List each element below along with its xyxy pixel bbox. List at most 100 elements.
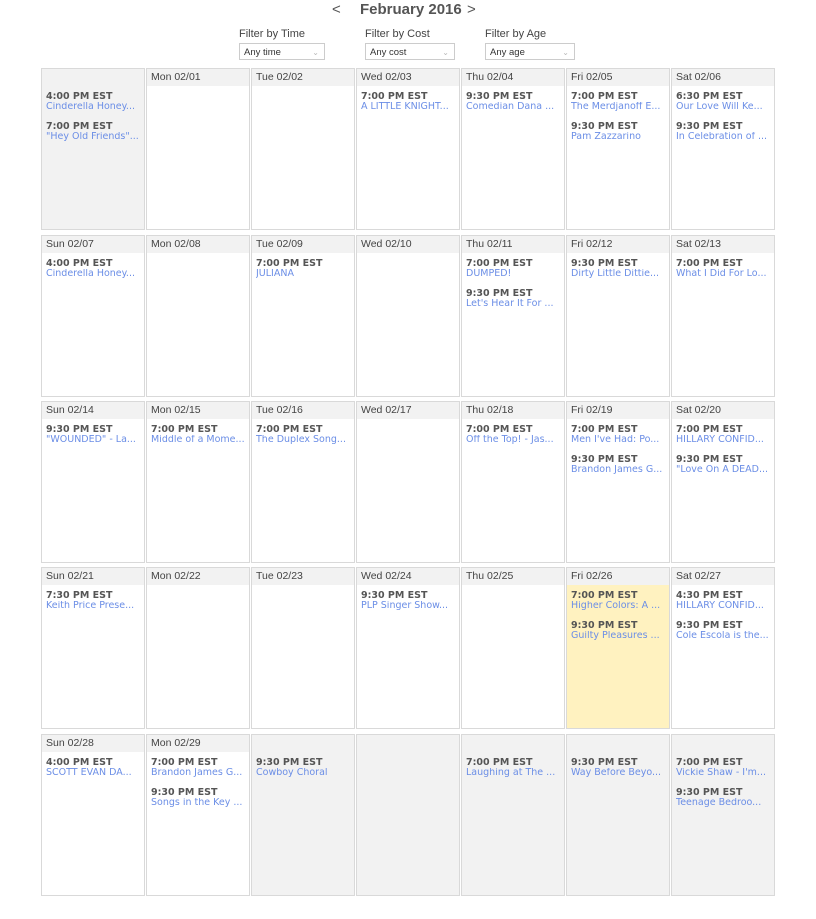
day-cell[interactable]: Wed 02/03 7:00 PM EST A LITTLE KNIGHT... — [356, 68, 460, 230]
day-cell[interactable]: Mon 02/01 — [146, 68, 250, 230]
event-link[interactable]: HILLARY CONFID... — [676, 601, 774, 611]
event-link[interactable]: "Hey Old Friends"... — [46, 132, 144, 142]
day-cell[interactable]: Thu 02/25 — [461, 567, 565, 729]
event-item[interactable]: 7:00 PM EST Higher Colors: A ... — [571, 590, 669, 611]
event-item[interactable]: 7:00 PM EST "Hey Old Friends"... — [46, 121, 144, 142]
event-link[interactable]: "Love On A DEAD... — [676, 465, 774, 475]
event-item[interactable]: 6:30 PM EST Our Love Will Ke... — [676, 91, 774, 112]
event-link[interactable]: Brandon James G... — [151, 768, 249, 778]
event-item[interactable]: 4:00 PM EST Cinderella Honey... — [46, 258, 144, 279]
day-cell[interactable]: 4:00 PM EST Cinderella Honey... 7:00 PM ES… — [41, 68, 145, 230]
day-cell[interactable]: Sun 02/14 9:30 PM EST "WOUNDED" - La... — [41, 401, 145, 563]
event-item[interactable]: 7:00 PM EST Laughing at The ... — [466, 757, 564, 778]
day-cell[interactable]: 9:30 PM EST Cowboy Choral — [251, 734, 355, 896]
day-cell[interactable]: Wed 02/10 — [356, 235, 460, 397]
event-link[interactable]: The Duplex Song... — [256, 435, 354, 445]
event-item[interactable]: 9:30 PM EST Comedian Dana ... — [466, 91, 564, 112]
event-item[interactable]: 7:00 PM EST Men I've Had: Po... — [571, 424, 669, 445]
day-cell[interactable]: Mon 02/22 — [146, 567, 250, 729]
day-cell[interactable]: 7:00 PM EST Laughing at The ... — [461, 734, 565, 896]
event-link[interactable]: Teenage Bedroo... — [676, 798, 774, 808]
day-cell[interactable]: Thu 02/18 7:00 PM EST Off the Top! - Jas..… — [461, 401, 565, 563]
event-item[interactable]: 9:30 PM EST "WOUNDED" - La... — [46, 424, 144, 445]
day-cell[interactable]: 9:30 PM EST Way Before Beyo... — [566, 734, 670, 896]
event-link[interactable]: Cinderella Honey... — [46, 269, 144, 279]
event-item[interactable]: 9:30 PM EST PLP Singer Show... — [361, 590, 459, 611]
event-link[interactable]: Off the Top! - Jas... — [466, 435, 564, 445]
event-item[interactable]: 9:30 PM EST Songs in the Key ... — [151, 787, 249, 808]
event-link[interactable]: Brandon James G... — [571, 465, 669, 475]
event-item[interactable]: 7:00 PM EST Brandon James G... — [151, 757, 249, 778]
day-cell[interactable]: Sat 02/13 7:00 PM EST What I Did For Lo... — [671, 235, 775, 397]
event-link[interactable]: HILLARY CONFID... — [676, 435, 774, 445]
day-cell[interactable]: Thu 02/11 7:00 PM EST DUMPED! 9:30 PM EST Le… — [461, 235, 565, 397]
event-item[interactable]: 7:00 PM EST The Duplex Song... — [256, 424, 354, 445]
day-cell[interactable]: Mon 02/29 7:00 PM EST Brandon James G... 9:… — [146, 734, 250, 896]
event-item[interactable]: 7:00 PM EST DUMPED! — [466, 258, 564, 279]
event-item[interactable]: 9:30 PM EST Way Before Beyo... — [571, 757, 669, 778]
event-item[interactable]: 7:30 PM EST Keith Price Prese... — [46, 590, 144, 611]
event-link[interactable]: What I Did For Lo... — [676, 269, 774, 279]
day-cell[interactable]: Tue 02/09 7:00 PM EST JULIANA — [251, 235, 355, 397]
event-item[interactable]: 9:30 PM EST Let's Hear It For ... — [466, 288, 564, 309]
filter-cost-select[interactable]: Any cost ⌄ — [365, 43, 455, 60]
day-cell[interactable]: Sun 02/21 7:30 PM EST Keith Price Prese... — [41, 567, 145, 729]
event-item[interactable]: 9:30 PM EST Teenage Bedroo... — [676, 787, 774, 808]
event-link[interactable]: Songs in the Key ... — [151, 798, 249, 808]
event-link[interactable]: Laughing at The ... — [466, 768, 564, 778]
event-link[interactable]: A LITTLE KNIGHT... — [361, 102, 459, 112]
event-item[interactable]: 7:00 PM EST Vickie Shaw - I'm... — [676, 757, 774, 778]
day-cell[interactable]: Fri 02/12 9:30 PM EST Dirty Little Dittie.… — [566, 235, 670, 397]
day-cell[interactable]: Wed 02/24 9:30 PM EST PLP Singer Show... — [356, 567, 460, 729]
event-item[interactable]: 7:00 PM EST The Merdjanoff E... — [571, 91, 669, 112]
day-cell[interactable]: Sat 02/27 4:30 PM EST HILLARY CONFID... 9:3… — [671, 567, 775, 729]
event-item[interactable]: 4:30 PM EST HILLARY CONFID... — [676, 590, 774, 611]
event-link[interactable]: Higher Colors: A ... — [571, 601, 669, 611]
event-item[interactable]: 7:00 PM EST A LITTLE KNIGHT... — [361, 91, 459, 112]
event-link[interactable]: Cinderella Honey... — [46, 102, 144, 112]
event-link[interactable]: Comedian Dana ... — [466, 102, 564, 112]
event-link[interactable]: "WOUNDED" - La... — [46, 435, 144, 445]
event-link[interactable]: DUMPED! — [466, 269, 564, 279]
day-cell[interactable]: Tue 02/23 — [251, 567, 355, 729]
event-link[interactable]: Let's Hear It For ... — [466, 299, 564, 309]
day-cell[interactable]: Sun 02/07 4:00 PM EST Cinderella Honey... — [41, 235, 145, 397]
event-item[interactable]: 9:30 PM EST Cowboy Choral — [256, 757, 354, 778]
event-link[interactable]: Dirty Little Dittie... — [571, 269, 669, 279]
day-cell[interactable]: Wed 02/17 — [356, 401, 460, 563]
event-link[interactable]: Middle of a Mome... — [151, 435, 249, 445]
event-item[interactable]: 9:30 PM EST Guilty Pleasures ... — [571, 620, 669, 641]
day-cell[interactable]: Mon 02/15 7:00 PM EST Middle of a Mome... — [146, 401, 250, 563]
event-link[interactable]: Guilty Pleasures ... — [571, 631, 669, 641]
event-link[interactable]: Pam Zazzarino — [571, 132, 669, 142]
day-cell[interactable]: Mon 02/08 — [146, 235, 250, 397]
event-link[interactable]: Cowboy Choral — [256, 768, 354, 778]
day-cell[interactable]: Fri 02/26 7:00 PM EST Higher Colors: A ...… — [566, 567, 670, 729]
event-item[interactable]: 7:00 PM EST What I Did For Lo... — [676, 258, 774, 279]
event-link[interactable]: Keith Price Prese... — [46, 601, 144, 611]
next-month-button[interactable]: > — [467, 1, 476, 18]
event-link[interactable]: In Celebration of ... — [676, 132, 774, 142]
event-link[interactable]: Vickie Shaw - I'm... — [676, 768, 774, 778]
event-link[interactable]: The Merdjanoff E... — [571, 102, 669, 112]
event-link[interactable]: SCOTT EVAN DA... — [46, 768, 144, 778]
event-link[interactable]: Our Love Will Ke... — [676, 102, 774, 112]
day-cell[interactable]: Sun 02/28 4:00 PM EST SCOTT EVAN DA... — [41, 734, 145, 896]
event-item[interactable]: 7:00 PM EST Middle of a Mome... — [151, 424, 249, 445]
event-item[interactable]: 9:30 PM EST Brandon James G... — [571, 454, 669, 475]
event-item[interactable]: 9:30 PM EST "Love On A DEAD... — [676, 454, 774, 475]
day-cell[interactable]: Fri 02/05 7:00 PM EST The Merdjanoff E... 9… — [566, 68, 670, 230]
filter-time-select[interactable]: Any time ⌄ — [239, 43, 325, 60]
day-cell[interactable]: Tue 02/16 7:00 PM EST The Duplex Song... — [251, 401, 355, 563]
day-cell[interactable]: Sat 02/20 7:00 PM EST HILLARY CONFID... 9:3… — [671, 401, 775, 563]
event-item[interactable]: 7:00 PM EST Off the Top! - Jas... — [466, 424, 564, 445]
event-item[interactable]: 7:00 PM EST JULIANA — [256, 258, 354, 279]
day-cell[interactable]: Thu 02/04 9:30 PM EST Comedian Dana ... — [461, 68, 565, 230]
event-item[interactable]: 9:30 PM EST Dirty Little Dittie... — [571, 258, 669, 279]
event-item[interactable]: 4:00 PM EST SCOTT EVAN DA... — [46, 757, 144, 778]
event-item[interactable]: 9:30 PM EST Cole Escola is the... — [676, 620, 774, 641]
event-link[interactable]: Way Before Beyo... — [571, 768, 669, 778]
previous-month-button[interactable]: < — [332, 1, 341, 18]
event-item[interactable]: 9:30 PM EST Pam Zazzarino — [571, 121, 669, 142]
event-item[interactable]: 7:00 PM EST HILLARY CONFID... — [676, 424, 774, 445]
